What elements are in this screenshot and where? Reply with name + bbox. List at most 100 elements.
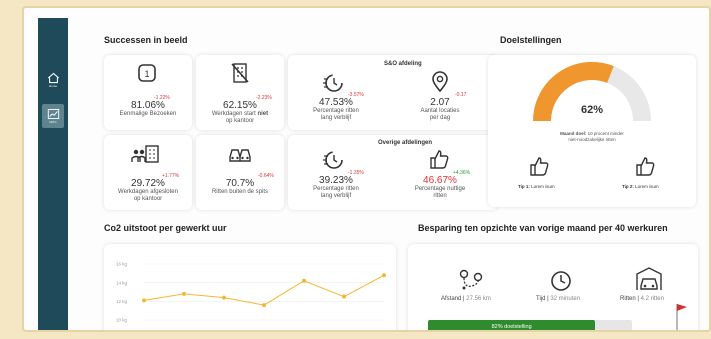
no-office-icon bbox=[231, 63, 249, 83]
kpi-label-line2: lang verblijf bbox=[320, 193, 352, 199]
kpi-card-no-office-days: -2.23% 62.15% Werkdagen start niet op ka… bbox=[196, 55, 284, 130]
metric-distance: Afstand | 27.56 km bbox=[441, 296, 491, 302]
kpi-label-line1: Percentage ritten bbox=[313, 186, 359, 192]
series-line bbox=[143, 274, 385, 306]
co2-line-chart: 16 kg 14 kg 12 kg 10 kg bbox=[116, 262, 386, 323]
metric-label: Afstand | bbox=[441, 296, 467, 302]
section-title-successes: Successen in beeld bbox=[104, 35, 188, 45]
car-garage-icon bbox=[636, 267, 662, 290]
kpi-sno-long-stay: 47.53% Percentage ritten lang verblijf bbox=[296, 97, 376, 122]
kpi-label-part: Werkdagen start bbox=[211, 111, 258, 117]
sidebar-item-label: Home bbox=[48, 84, 57, 88]
section-title-co2: Co2 uitstoot per gewerkt uur bbox=[104, 223, 227, 233]
kpi-value: 46.67% bbox=[423, 175, 457, 186]
tip-text: Lorem isum bbox=[529, 184, 555, 189]
sidebar-item-kpis[interactable]: KPI's bbox=[42, 104, 64, 128]
location-pin-icon bbox=[432, 71, 448, 93]
kpi-card-closed-days: +1.77% 29.72% Werkdagen afgesloten op ka… bbox=[104, 135, 192, 210]
kpi-label-line1: Aantal locaties bbox=[420, 108, 460, 114]
data-point bbox=[222, 295, 226, 300]
office-people-icon bbox=[131, 145, 159, 163]
kpi-value: 81.06% bbox=[131, 100, 165, 111]
y-tick-label: 10 kg bbox=[116, 318, 128, 323]
kpi-label-line2: ritten bbox=[433, 193, 447, 199]
goal-line2: niet-noodzakelijke ritten bbox=[568, 137, 616, 142]
thumbs-up-icon bbox=[636, 157, 655, 176]
y-tick-label: 14 kg bbox=[116, 280, 128, 285]
kpi-label-line2: lang verblijf bbox=[320, 115, 352, 121]
kpi-label-line2: per dag bbox=[429, 115, 451, 121]
savings-card: Afstand | 27.56 km Tijd | 32 minuten Rit… bbox=[408, 244, 698, 330]
kpi-card-off-peak: -0.64% 70.7% Ritten buiten de spits bbox=[196, 135, 284, 210]
savings-progress-bar: 82% doelstelling bbox=[428, 320, 632, 330]
kpi-label-line2: op kantoor bbox=[133, 196, 163, 202]
data-point bbox=[382, 273, 386, 278]
y-tick-label: 12 kg bbox=[116, 299, 128, 304]
other-title: Overige afdelingen bbox=[378, 140, 433, 146]
kpi-value: 70.7% bbox=[225, 178, 255, 189]
metric-value: 27.56 km bbox=[466, 296, 491, 302]
tip-bold: Tip 1: bbox=[518, 184, 530, 189]
other-departments-card: Overige afdelingen -1.35% 39.23% Percent… bbox=[288, 135, 498, 210]
goals-card: 62% Maand doel: 10 procent minder niet-n… bbox=[488, 55, 696, 207]
kpi-off-peak: 70.7% Ritten buiten de spits bbox=[196, 178, 284, 196]
metric-value: 32 minuten bbox=[550, 296, 581, 302]
dashboard-frame: Home KPI's Successen in beeld 1 -1.22% 8… bbox=[22, 6, 711, 332]
goal-flag-icon bbox=[676, 304, 687, 330]
gauge-value: 62% bbox=[580, 104, 604, 116]
kpi-label-line1: Percentage nuttige bbox=[414, 186, 466, 192]
goal-line1-text: 10 procent minder bbox=[586, 131, 624, 136]
sidebar-item-home[interactable]: Home bbox=[42, 68, 64, 92]
home-icon bbox=[47, 72, 59, 84]
goal-gauge bbox=[533, 62, 651, 122]
data-point bbox=[262, 303, 266, 308]
co2-chart-card: 16 kg 14 kg 12 kg 10 kg bbox=[104, 244, 396, 330]
sidebar-item-label: KPI's bbox=[49, 120, 57, 124]
kpi-label-emphasis: niet bbox=[257, 111, 269, 117]
progress-fill: 82% doelstelling bbox=[428, 320, 596, 330]
kpi-label: Ritten buiten de spits bbox=[211, 189, 269, 195]
data-point bbox=[142, 298, 146, 303]
section-title-goals: Doelstellingen bbox=[500, 35, 562, 45]
kpi-other-useful: 46.67% Percentage nuttige ritten bbox=[400, 175, 480, 200]
kpi-label: Eenmalige Bezoeken bbox=[119, 111, 177, 117]
chart-icon bbox=[47, 108, 59, 120]
kpi-label-line1: Werkdagen start niet bbox=[196, 111, 284, 118]
kpi-no-office-days: 62.15% Werkdagen start niet op kantoor bbox=[196, 100, 284, 125]
data-point bbox=[342, 294, 346, 299]
kpi-label-line2: op kantoor bbox=[225, 118, 255, 124]
y-tick-label: 16 kg bbox=[116, 262, 128, 267]
kpi-value: 2.07 bbox=[430, 97, 450, 108]
thumbs-up-icon bbox=[530, 157, 549, 176]
goal-bold: Maand doel: bbox=[560, 131, 587, 136]
sno-card: S&O afdeling -3.57% 47.53% Percentage ri… bbox=[288, 55, 498, 130]
kpi-label-line1: Percentage ritten bbox=[313, 108, 359, 114]
timer-icon bbox=[323, 74, 343, 92]
clock-one-icon: 1 bbox=[138, 64, 156, 82]
sno-title: S&O afdeling bbox=[384, 61, 422, 67]
timer-icon bbox=[323, 151, 343, 169]
goal-description: Maand doel: 10 procent minder niet-noodz… bbox=[488, 131, 696, 143]
kpi-closed-days: 29.72% Werkdagen afgesloten op kantoor bbox=[104, 178, 192, 203]
kpi-value: 62.15% bbox=[223, 100, 257, 111]
kpi-other-long-stay: 39.23% Percentage ritten lang verblijf bbox=[296, 175, 376, 200]
traffic-cars-icon bbox=[229, 149, 251, 162]
tip-text: Lorem isum bbox=[633, 184, 659, 189]
kpi-value: 29.72% bbox=[131, 178, 165, 189]
section-title-savings: Besparing ten opzichte van vorige maand … bbox=[418, 223, 668, 233]
kpi-single-visits: 81.06% Eenmalige Bezoeken bbox=[104, 100, 192, 118]
kpi-label-line1: Werkdagen afgesloten bbox=[118, 189, 178, 195]
metric-label: Tijd | bbox=[536, 296, 551, 302]
kpi-card-single-visits: 1 -1.22% 81.06% Eenmalige Bezoeken bbox=[104, 55, 192, 130]
data-point bbox=[302, 278, 306, 283]
route-icon bbox=[459, 269, 483, 290]
clock-icon bbox=[551, 271, 571, 291]
metric-value: 4.2 ritten bbox=[640, 296, 664, 302]
metric-time: Tijd | 32 minuten bbox=[536, 296, 580, 302]
kpi-sno-locations: 2.07 Aantal locaties per dag bbox=[400, 97, 480, 122]
kpi-value: 47.53% bbox=[319, 97, 353, 108]
svg-text:1: 1 bbox=[145, 69, 150, 79]
metric-label: Ritten | bbox=[620, 296, 641, 302]
tip-2: Tip 2: Lorem isum bbox=[622, 184, 659, 189]
thumbs-up-icon bbox=[430, 150, 449, 169]
